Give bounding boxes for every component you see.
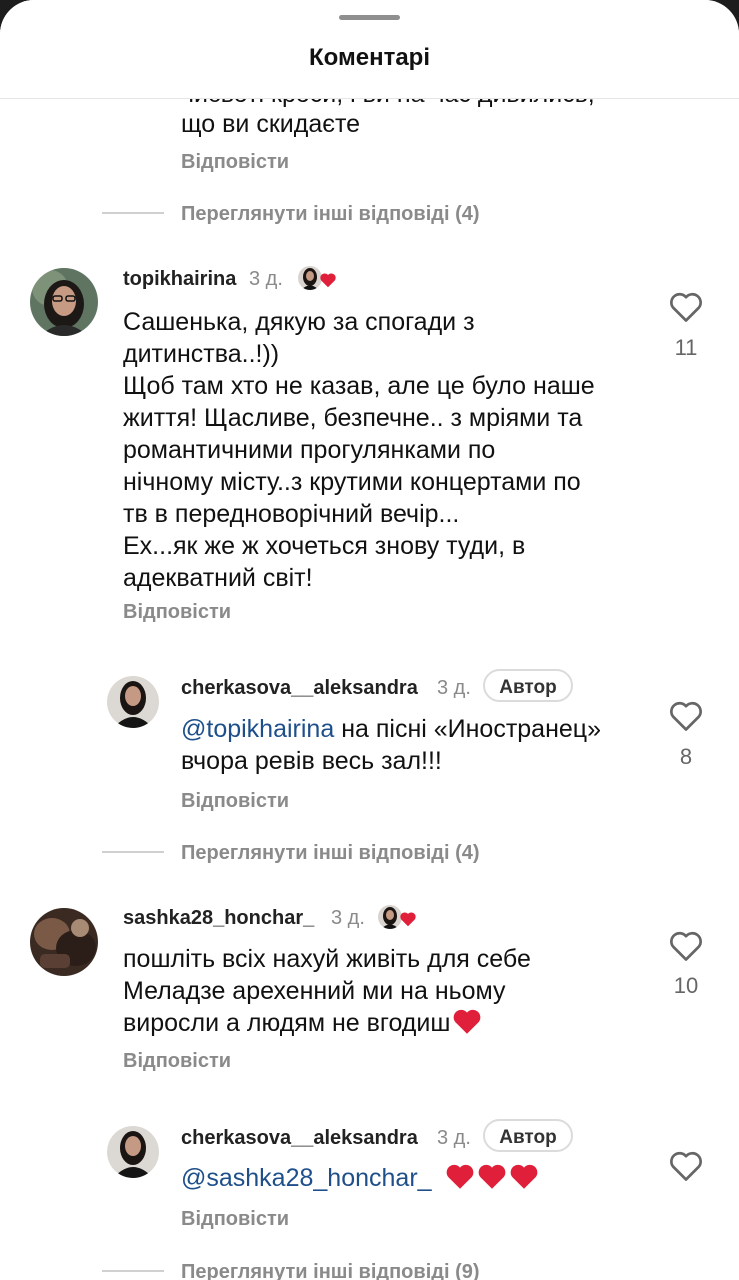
red-heart-icon bbox=[319, 272, 337, 288]
comment-time: 3 д. bbox=[249, 268, 283, 290]
comment-line: дитинства..!)) bbox=[123, 340, 280, 368]
comment-time: 3 д. bbox=[331, 907, 365, 929]
reply-button[interactable]: Відповісти bbox=[181, 151, 289, 174]
avatar-cherkasova-aleksandra[interactable] bbox=[107, 1126, 159, 1178]
comment-line: Сашенька, дякую за спогади з bbox=[123, 308, 475, 336]
comment-line: тв в передноворічний вечір... bbox=[123, 500, 460, 528]
red-heart-icon bbox=[509, 1163, 539, 1190]
comments-sheet: чиєвоті кроси, і ви на час дивились, що … bbox=[0, 0, 739, 1280]
page-title: Коментарі bbox=[308, 44, 431, 71]
reply-button[interactable]: Відповісти bbox=[123, 1050, 231, 1073]
view-more-replies-button[interactable]: Переглянути інші відповіді (9) bbox=[181, 1261, 480, 1280]
avatar-sashka28-honchar[interactable] bbox=[30, 908, 98, 976]
comment-time: 3 д. bbox=[437, 677, 471, 699]
avatar-cherkasova-aleksandra[interactable] bbox=[107, 676, 159, 728]
red-heart-icon bbox=[477, 1163, 507, 1190]
sheet-header: Коментарі bbox=[0, 0, 739, 99]
like-count: 8 bbox=[679, 744, 693, 769]
red-heart-icon bbox=[452, 1008, 482, 1035]
view-more-replies-button[interactable]: Переглянути інші відповіді (4) bbox=[181, 842, 480, 865]
like-count: 10 bbox=[673, 973, 699, 998]
mention-link[interactable]: @sashka28_honchar_ bbox=[181, 1164, 432, 1192]
reply-line: вчора ревів весь зал!!! bbox=[181, 747, 442, 775]
comment-line: Щоб там хто не казав, але це було наше bbox=[123, 372, 595, 400]
comment-line: життя! Щасливе, безпечне.. з мріями та bbox=[123, 404, 583, 432]
comment-line: нічному місту..з крутими концертами по bbox=[123, 468, 581, 496]
comment-line: Меладзе арехенний ми на ньому bbox=[123, 977, 506, 1005]
like-count: 11 bbox=[674, 335, 698, 360]
comment-username[interactable]: sashka28_honchar_ bbox=[123, 907, 314, 930]
reply-line: @topikhairina на пісні «Иностранец» bbox=[181, 713, 601, 745]
heart-outline-icon[interactable] bbox=[668, 1149, 704, 1183]
comment-username[interactable]: topikhairina bbox=[123, 268, 236, 291]
reply-button[interactable]: Відповісти bbox=[181, 1208, 289, 1231]
red-heart-icon bbox=[399, 911, 417, 927]
drag-handle[interactable] bbox=[339, 15, 400, 20]
reply-button[interactable]: Відповісти bbox=[123, 601, 231, 624]
comment-line: виросли а людям не вгодиш bbox=[123, 1009, 451, 1037]
comment-username[interactable]: cherkasova__aleksandra bbox=[181, 1127, 418, 1150]
red-heart-icon bbox=[445, 1163, 475, 1190]
comment-line: адекватний світ! bbox=[123, 564, 313, 592]
heart-outline-icon[interactable] bbox=[668, 290, 704, 324]
view-more-replies-button[interactable]: Переглянути інші відповіді (4) bbox=[181, 203, 480, 226]
thread-divider bbox=[102, 212, 164, 214]
comment-username[interactable]: cherkasova__aleksandra bbox=[181, 677, 418, 700]
thread-divider bbox=[102, 851, 164, 853]
comment-body: Сашенька, дякую за спогади з дитинства..… bbox=[123, 306, 595, 594]
thread-divider bbox=[102, 1270, 164, 1272]
comments-list[interactable]: чиєвоті кроси, і ви на час дивились, що … bbox=[0, 0, 739, 1280]
avatar-topikhairina[interactable] bbox=[30, 268, 98, 336]
comment-line-with-emoji: виросли а людям не вгодиш bbox=[123, 1007, 482, 1039]
comment-text: що ви скидаєте bbox=[181, 110, 361, 138]
comment-line: Ех...як же ж хочеться знову туди, в bbox=[123, 532, 526, 560]
reply-text: на пісні «Иностранец» bbox=[334, 715, 602, 743]
author-badge: Автор bbox=[483, 1119, 573, 1152]
reply-line: @sashka28_honchar_ bbox=[181, 1162, 539, 1194]
comment-line: романтичними прогулянками по bbox=[123, 436, 496, 464]
reply-button[interactable]: Відповісти bbox=[181, 790, 289, 813]
comment-time: 3 д. bbox=[437, 1127, 471, 1149]
author-badge: Автор bbox=[483, 669, 573, 702]
mention-link[interactable]: @topikhairina bbox=[181, 715, 334, 743]
heart-outline-icon[interactable] bbox=[668, 699, 704, 733]
comment-line: пошліть всіх нахуй живіть для себе bbox=[123, 945, 531, 973]
heart-outline-icon[interactable] bbox=[668, 929, 704, 963]
